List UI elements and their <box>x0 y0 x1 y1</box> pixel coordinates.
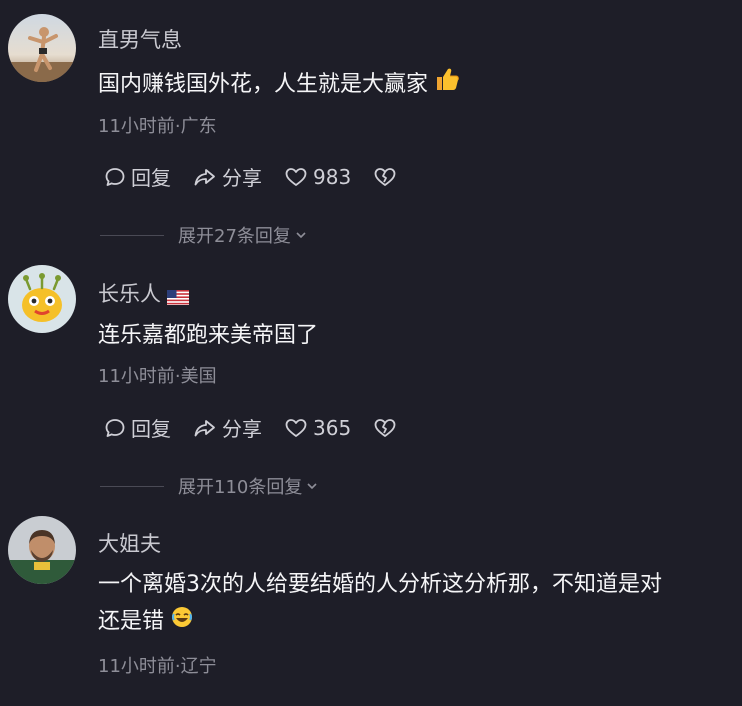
speech-bubble-icon <box>105 167 125 186</box>
comment-line-text: 国内赚钱国外花，人生就是大赢家 <box>98 72 429 97</box>
comment-actions: 回复 分享 983 <box>104 162 419 191</box>
comment-text: 连乐嘉都跑来美帝国了 <box>98 317 734 354</box>
chevron-down-icon <box>296 232 306 239</box>
username-text[interactable]: 大姐夫 <box>98 528 161 558</box>
reply-label: 回复 <box>131 417 171 441</box>
username[interactable]: 长乐人 <box>98 278 189 308</box>
comment-line: 还是错 <box>98 603 734 641</box>
comment-actions: 回复 分享 365 <box>104 413 419 442</box>
reply-label: 回复 <box>131 166 171 190</box>
share-button[interactable]: 分享 <box>193 413 262 442</box>
comment-line: 国内赚钱国外花，人生就是大赢家 <box>98 66 734 104</box>
share-label: 分享 <box>222 417 262 441</box>
comment-line: 连乐嘉都跑来美帝国了 <box>98 323 319 348</box>
thumbs-up-icon <box>434 66 460 104</box>
divider <box>100 485 164 487</box>
share-label: 分享 <box>222 166 262 190</box>
reply-button[interactable]: 回复 <box>104 162 171 191</box>
heart-icon <box>285 167 307 186</box>
laughing-face-icon <box>170 604 194 641</box>
dislike-button[interactable] <box>373 417 397 439</box>
comment-feed: 直男气息 国内赚钱国外花，人生就是大赢家 11小时前·广东 回复 分享 983 <box>0 0 742 706</box>
share-button[interactable]: 分享 <box>193 162 262 191</box>
comment-text: 国内赚钱国外花，人生就是大赢家 <box>98 66 734 104</box>
like-button[interactable]: 983 <box>284 165 351 189</box>
username[interactable]: 大姐夫 <box>98 528 161 558</box>
broken-heart-icon <box>374 418 396 437</box>
username[interactable]: 直男气息 <box>98 24 182 54</box>
reply-button[interactable]: 回复 <box>104 413 171 442</box>
us-flag-icon <box>167 286 189 305</box>
avatar[interactable] <box>8 14 76 82</box>
comment-line-text: 还是错 <box>98 609 165 634</box>
like-button[interactable]: 365 <box>284 416 351 440</box>
expand-replies-label: 展开27条回复 <box>178 226 291 247</box>
heart-icon <box>285 418 307 437</box>
chevron-down-icon <box>307 483 317 490</box>
like-count: 365 <box>313 415 352 440</box>
expand-replies-button[interactable]: 展开110条回复 <box>100 473 319 499</box>
expand-replies-label: 展开110条回复 <box>178 477 303 498</box>
avatar[interactable] <box>8 516 76 584</box>
comment-meta: 11小时前·美国 <box>98 366 217 387</box>
comment-text: 一个离婚3次的人给要结婚的人分析这分析那，不知道是对 还是错 <box>98 566 734 641</box>
dislike-button[interactable] <box>373 166 397 188</box>
comment-meta: 11小时前·辽宁 <box>98 656 217 677</box>
share-icon <box>194 168 215 185</box>
expand-replies-button[interactable]: 展开27条回复 <box>100 222 308 248</box>
like-count: 983 <box>313 164 352 189</box>
username-text[interactable]: 直男气息 <box>98 24 182 54</box>
comment-line: 一个离婚3次的人给要结婚的人分析这分析那，不知道是对 <box>98 572 662 597</box>
avatar[interactable] <box>8 265 76 333</box>
share-icon <box>194 419 215 436</box>
username-text[interactable]: 长乐人 <box>98 278 161 308</box>
comment-meta: 11小时前·广东 <box>98 116 217 137</box>
divider <box>100 234 164 236</box>
broken-heart-icon <box>374 167 396 186</box>
speech-bubble-icon <box>105 418 125 437</box>
